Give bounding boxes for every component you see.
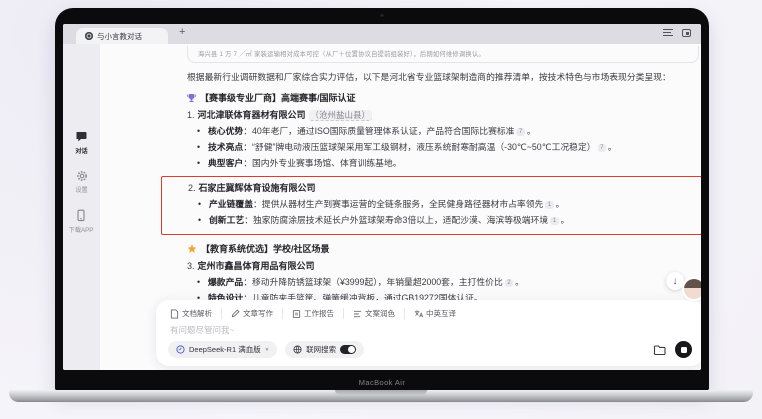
globe-icon xyxy=(293,345,302,354)
chevron-down-icon: ∨ xyxy=(265,347,269,353)
sidebar: 对话 设置 下载APP xyxy=(63,44,100,370)
section-header-education: 【教育系统优选】学校/社区场景 xyxy=(187,242,699,255)
folder-icon[interactable] xyxy=(653,344,666,356)
deepseek-logo-icon xyxy=(176,345,185,354)
app-logo-icon xyxy=(85,32,93,40)
web-search-pill[interactable]: 联网搜索 xyxy=(285,341,364,358)
clipboard-icon xyxy=(292,309,301,319)
pencil-icon xyxy=(231,309,240,318)
gear-icon xyxy=(76,170,88,182)
citation-badge[interactable]: 2 xyxy=(505,279,513,287)
tool-doc-parse[interactable]: 文档解析 xyxy=(170,308,221,319)
doc-icon xyxy=(170,309,179,319)
web-search-label: 联网搜索 xyxy=(306,344,336,355)
tab-bar: 与小言教对话 + xyxy=(63,24,701,44)
company-1-bullet-3: 典型客户：国内外专业赛事场馆、体育训练基地。 xyxy=(187,157,699,170)
company-3-bullet-1: 爆款产品：移动升降防锈篮球架（¥3999起），年销量超2000套，主打性价比2。 xyxy=(187,276,699,289)
new-tab-button[interactable]: + xyxy=(179,27,185,38)
lines-icon xyxy=(353,310,362,318)
section-header-pro: 【赛事级专业厂商】高端赛事/国际认证 xyxy=(187,91,699,104)
web-search-toggle[interactable] xyxy=(340,345,356,354)
user-avatar[interactable] xyxy=(684,279,701,299)
stop-generation-button[interactable] xyxy=(675,341,692,358)
company-1-bullet-2: 技术亮点：“舒健”牌电动液压篮球架采用军工级钢材，液压系统耐寒耐高温（-30℃~… xyxy=(187,141,699,154)
company-1-bullet-1: 核心优势：40年老厂，通过ISO国际质量管理体系认证，产品符合国际比赛标准7。 xyxy=(187,125,699,138)
laptop-screen: 与小言教对话 + 对话 xyxy=(55,8,709,391)
windows-icon[interactable] xyxy=(682,29,691,37)
annotation-highlight-box: 2.石家庄冀辉体育设施有限公司 产业链覆盖：提供从器材生产到赛事运营的全链条服务… xyxy=(161,176,701,235)
citation-badge[interactable]: 7 xyxy=(516,128,524,136)
composer-card: 文档解析 文章写作 xyxy=(156,300,701,366)
citation-badge[interactable]: 7 xyxy=(598,144,606,152)
citation-badge[interactable]: 1 xyxy=(550,217,558,225)
tool-work-report[interactable]: 工作报告 xyxy=(282,308,343,319)
browser-tab[interactable]: 与小言教对话 xyxy=(76,28,168,44)
sidebar-item-chat[interactable]: 对话 xyxy=(75,130,88,155)
location-link[interactable]: （沧州盐山县） xyxy=(309,110,373,121)
sidebar-item-settings[interactable]: 设置 xyxy=(75,170,88,194)
arrow-down-icon: ↓ xyxy=(673,276,678,287)
menu-icon[interactable] xyxy=(663,29,673,36)
message-input[interactable] xyxy=(170,325,663,335)
model-selector[interactable]: DeepSeek-R1 满血版 ∨ xyxy=(168,341,277,358)
trophy-icon xyxy=(187,93,196,103)
chat-icon xyxy=(75,130,88,143)
device-label: MacBook Air xyxy=(55,378,709,387)
phone-icon xyxy=(75,209,87,222)
chat-area: 海兴县 1 万 7 ／㎡ 家装运输相对成本可控（从厂＋位置协议自提前组装好），后… xyxy=(100,44,701,370)
tool-copy-polish[interactable]: 文案润色 xyxy=(343,308,404,319)
quick-tools-bar: 文档解析 文章写作 xyxy=(156,300,701,319)
tool-translate[interactable]: 中英互译 xyxy=(404,308,465,319)
company-2-bullet-2: 创新工艺：独家防腐涂层技术延长户外篮球架寿命3倍以上，适配沙漠、海滨等极端环境1… xyxy=(188,214,689,227)
company-2-bullet-1: 产业链覆盖：提供从器材生产到赛事运营的全链条服务，全民健身路径器材市占率领先1。 xyxy=(188,198,689,211)
company-3: 3.定州市鑫昌体育用品有限公司 xyxy=(187,260,699,273)
screen: 与小言教对话 + 对话 xyxy=(63,24,701,370)
citation-badge[interactable]: 1 xyxy=(545,201,553,209)
tab-title: 与小言教对话 xyxy=(97,31,142,42)
star-icon xyxy=(187,244,197,254)
assistant-intro: 根据最新行业调研数据和厂家综合实力评估，以下是河北省专业篮球架制造商的推荐清单，… xyxy=(187,71,692,84)
model-name: DeepSeek-R1 满血版 xyxy=(189,344,261,355)
thinking-tail-box: 海兴县 1 万 7 ／㎡ 家装运输相对成本可控（从厂＋位置协议自提前组装好），后… xyxy=(187,46,699,63)
sidebar-item-download-app[interactable]: 下载APP xyxy=(68,209,94,234)
company-2: 2.石家庄冀辉体育设施有限公司 xyxy=(188,182,689,195)
webcam-dot xyxy=(380,14,384,18)
stop-icon xyxy=(681,347,687,353)
company-1: 1.河北津联体育器材有限公司（沧州盐山县） xyxy=(187,109,699,122)
laptop-base xyxy=(9,390,753,402)
translate-icon xyxy=(414,309,423,318)
scroll-to-bottom-button[interactable]: ↓ xyxy=(666,272,684,290)
tool-article-writing[interactable]: 文章写作 xyxy=(221,308,282,319)
